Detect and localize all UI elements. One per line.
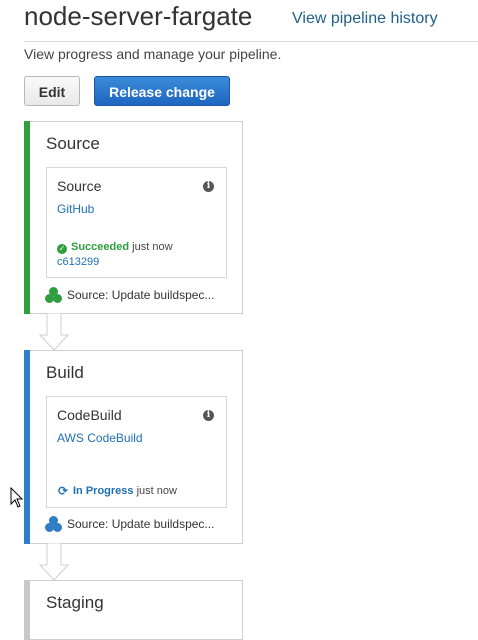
stage-status-bar xyxy=(24,121,30,314)
action-status: ✓ Succeeded just now xyxy=(57,241,173,254)
execution-summary-text: Source: Update buildspec... xyxy=(67,288,215,302)
action-status: ⟳ In Progress just now xyxy=(57,485,177,497)
action-name: CodeBuild xyxy=(57,407,122,423)
view-pipeline-history-link[interactable]: View pipeline history xyxy=(292,10,438,28)
stage-status-bar xyxy=(24,350,30,544)
info-icon[interactable]: i xyxy=(203,410,214,421)
mouse-cursor-icon xyxy=(10,487,24,508)
action-card-source: Source i GitHub ✓ Succeeded just now c613… xyxy=(46,167,227,278)
page-title: node-server-fargate xyxy=(24,1,253,31)
stage-execution-summary: Source: Update buildspec... xyxy=(45,287,214,303)
check-circle-icon: ✓ xyxy=(57,244,67,254)
status-time: just now xyxy=(136,485,177,497)
action-card-codebuild: CodeBuild i AWS CodeBuild ⟳ In Progress j… xyxy=(46,396,227,508)
stage-name: Staging xyxy=(46,593,104,612)
status-label: In Progress xyxy=(73,485,134,497)
action-name: Source xyxy=(57,178,102,194)
action-provider-link[interactable]: AWS CodeBuild xyxy=(57,431,143,445)
stage-name: Build xyxy=(46,363,84,382)
stage-name: Source xyxy=(46,134,100,153)
header-divider xyxy=(24,41,478,42)
release-change-button[interactable]: Release change xyxy=(94,76,230,106)
commit-id-link[interactable]: c613299 xyxy=(57,256,99,268)
stage-build: Build CodeBuild i AWS CodeBuild ⟳ In Prog… xyxy=(24,350,243,544)
edit-button[interactable]: Edit xyxy=(24,76,80,106)
stage-execution-summary: Source: Update buildspec... xyxy=(45,516,214,532)
stage-status-bar xyxy=(24,580,30,640)
action-provider-link[interactable]: GitHub xyxy=(57,202,94,216)
page-subtitle: View progress and manage your pipeline. xyxy=(24,46,282,62)
execution-summary-text: Source: Update buildspec... xyxy=(67,517,215,531)
status-time: just now xyxy=(132,241,173,253)
status-label: Succeeded xyxy=(71,241,130,253)
stage-transition-arrow xyxy=(38,313,70,351)
pipeline-execution-icon xyxy=(45,287,63,303)
refresh-icon: ⟳ xyxy=(57,484,69,498)
stage-staging: Staging xyxy=(24,580,243,640)
pipeline-execution-icon xyxy=(45,516,63,532)
stage-transition-arrow xyxy=(38,543,70,581)
stage-source: Source Source i GitHub ✓ Succeeded just n… xyxy=(24,121,243,314)
info-icon[interactable]: i xyxy=(203,181,214,192)
